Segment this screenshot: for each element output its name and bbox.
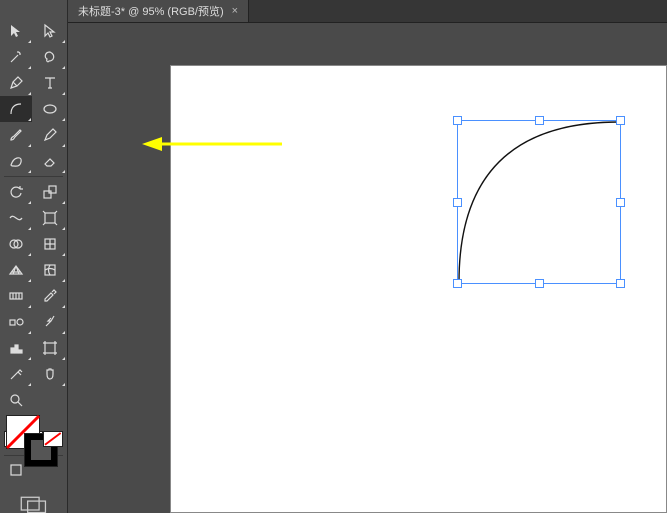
toolbar bbox=[0, 0, 68, 513]
mesh-tool[interactable] bbox=[34, 257, 66, 283]
ellipse-tool[interactable] bbox=[34, 96, 66, 122]
fill-stroke-swatch[interactable] bbox=[0, 413, 67, 431]
scale-tool[interactable] bbox=[34, 179, 66, 205]
slice-tool[interactable] bbox=[0, 361, 32, 387]
draw-mode-behind[interactable] bbox=[34, 457, 66, 483]
blob-brush-tool[interactable] bbox=[0, 148, 32, 174]
selection-bounding-box[interactable] bbox=[457, 120, 621, 284]
document-tab-title: 未标题-3* @ 95% (RGB/预览) bbox=[78, 3, 224, 19]
hand-tool[interactable] bbox=[34, 361, 66, 387]
eraser-tool[interactable] bbox=[34, 148, 66, 174]
direct-selection-tool[interactable] bbox=[34, 18, 66, 44]
selection-tool[interactable] bbox=[0, 18, 32, 44]
line-segment-tool[interactable] bbox=[0, 96, 32, 122]
resize-handle[interactable] bbox=[453, 198, 462, 207]
gradient-tool[interactable] bbox=[0, 283, 32, 309]
artboard-tool[interactable] bbox=[34, 335, 66, 361]
width-tool[interactable] bbox=[0, 205, 32, 231]
column-graph-tool[interactable] bbox=[0, 335, 32, 361]
color-mode-none[interactable] bbox=[43, 431, 63, 447]
resize-handle[interactable] bbox=[616, 279, 625, 288]
free-transform-tool[interactable] bbox=[34, 205, 66, 231]
rotate-tool[interactable] bbox=[0, 179, 32, 205]
perspective-grid-tool[interactable] bbox=[0, 257, 32, 283]
symbol-sprayer-tool[interactable] bbox=[34, 309, 66, 335]
live-paint-tool[interactable] bbox=[34, 231, 66, 257]
resize-handle[interactable] bbox=[535, 279, 544, 288]
resize-handle[interactable] bbox=[453, 116, 462, 125]
blend-tool[interactable] bbox=[0, 309, 32, 335]
shape-builder-tool[interactable] bbox=[0, 231, 32, 257]
pencil-tool[interactable] bbox=[34, 122, 66, 148]
close-icon[interactable]: × bbox=[232, 5, 238, 17]
resize-handle[interactable] bbox=[453, 279, 462, 288]
resize-handle[interactable] bbox=[616, 116, 625, 125]
paintbrush-tool[interactable] bbox=[0, 122, 32, 148]
eyedropper-tool[interactable] bbox=[34, 283, 66, 309]
screen-mode-toggle[interactable] bbox=[20, 497, 48, 513]
document-tab[interactable]: 未标题-3* @ 95% (RGB/预览) × bbox=[68, 0, 249, 22]
zoom-tool[interactable] bbox=[0, 387, 32, 413]
resize-handle[interactable] bbox=[616, 198, 625, 207]
pen-tool[interactable] bbox=[0, 70, 32, 96]
empty-tool-slot bbox=[34, 387, 66, 413]
magic-wand-tool[interactable] bbox=[0, 44, 32, 70]
type-tool[interactable] bbox=[34, 70, 66, 96]
draw-mode-normal[interactable] bbox=[0, 457, 32, 483]
arc-path[interactable] bbox=[457, 120, 621, 284]
document-tabbar: 未标题-3* @ 95% (RGB/预览) × bbox=[68, 0, 667, 23]
workspace[interactable] bbox=[68, 23, 667, 513]
lasso-tool[interactable] bbox=[34, 44, 66, 70]
resize-handle[interactable] bbox=[535, 116, 544, 125]
